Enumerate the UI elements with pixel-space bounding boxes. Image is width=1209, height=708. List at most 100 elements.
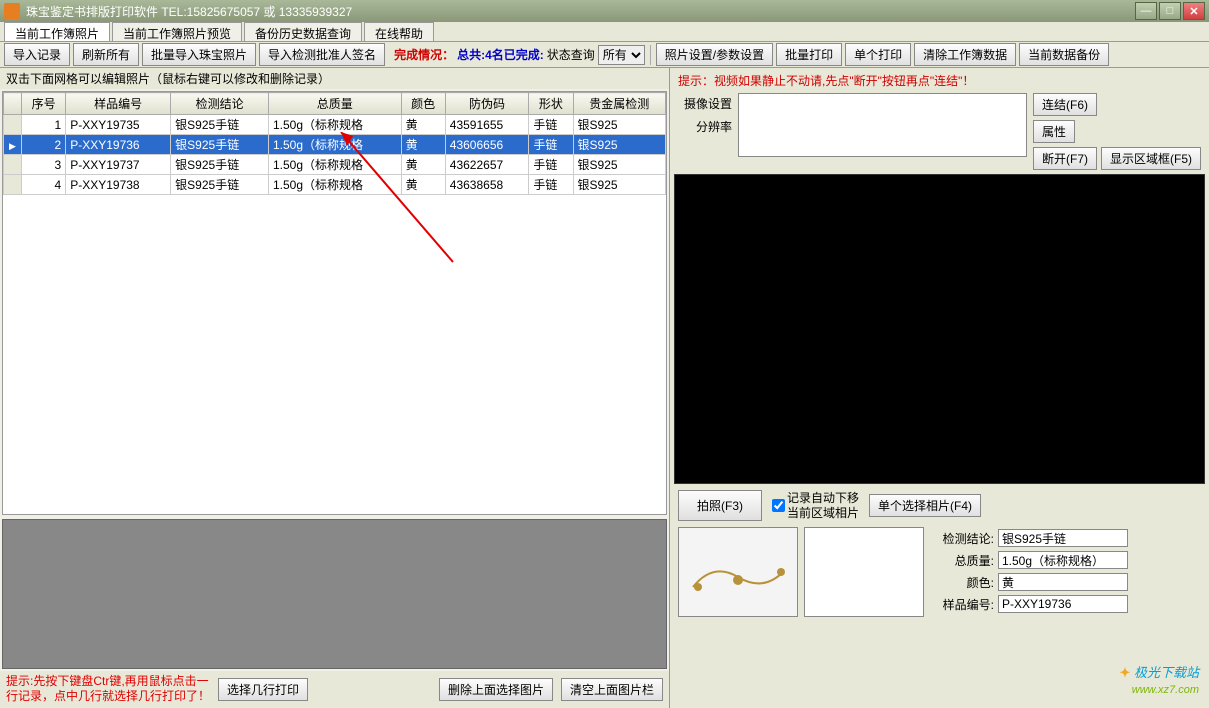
status-label: 完成情况： — [394, 46, 454, 63]
separator — [650, 45, 651, 65]
cell-result[interactable]: 银S925手链 — [171, 115, 269, 135]
cell-shape[interactable]: 手链 — [529, 135, 573, 155]
thumbnail-2[interactable] — [804, 527, 924, 617]
col-shape[interactable]: 形状 — [529, 93, 573, 115]
sample-input[interactable] — [998, 595, 1128, 613]
cell-metal[interactable]: 银S925 — [573, 175, 665, 195]
color-input[interactable] — [998, 573, 1128, 591]
tab-current-photos[interactable]: 当前工作簿照片 — [4, 22, 110, 41]
cam-settings-label: 摄像设置 — [678, 93, 732, 112]
col-result[interactable]: 检测结论 — [171, 93, 269, 115]
image-strip-area — [2, 519, 667, 669]
cell-sample[interactable]: P-XXY19736 — [66, 135, 171, 155]
import-signature-button[interactable]: 导入检测批准人签名 — [259, 43, 385, 66]
cell-seq[interactable]: 4 — [22, 175, 66, 195]
col-seq[interactable]: 序号 — [22, 93, 66, 115]
cell-shape[interactable]: 手链 — [529, 175, 573, 195]
thumbnail-1[interactable] — [678, 527, 798, 617]
cell-mass[interactable]: 1.50g（标称规格 — [268, 155, 401, 175]
col-sample[interactable]: 样品编号 — [66, 93, 171, 115]
clear-image-column-button[interactable]: 清空上面图片栏 — [561, 678, 663, 701]
cell-metal[interactable]: 银S925 — [573, 155, 665, 175]
properties-button[interactable]: 属性 — [1033, 120, 1075, 143]
video-preview — [674, 174, 1205, 484]
cell-code[interactable]: 43591655 — [445, 115, 529, 135]
camera-settings-box[interactable] — [738, 93, 1027, 157]
col-code[interactable]: 防伪码 — [445, 93, 529, 115]
cell-result[interactable]: 银S925手链 — [171, 135, 269, 155]
cell-color[interactable]: 黄 — [401, 115, 445, 135]
cell-result[interactable]: 银S925手链 — [171, 155, 269, 175]
watermark: ✦ 极光下载站 www.xz7.com — [1119, 662, 1199, 696]
delete-selected-image-button[interactable]: 删除上面选择图片 — [439, 678, 553, 701]
auto-next-checkbox-label[interactable]: 记录自动下移当前区域相片 — [772, 491, 859, 520]
col-color[interactable]: 颜色 — [401, 93, 445, 115]
main-tabs: 当前工作簿照片 当前工作簿照片预览 备份历史数据查询 在线帮助 — [0, 22, 1209, 42]
disconnect-button[interactable]: 断开(F7) — [1033, 147, 1097, 170]
select-rows-print-button[interactable]: 选择几行打印 — [218, 678, 308, 701]
cell-color[interactable]: 黄 — [401, 175, 445, 195]
cell-color[interactable]: 黄 — [401, 135, 445, 155]
cell-seq[interactable]: 3 — [22, 155, 66, 175]
multi-select-hint: 提示:先按下键盘Ctr键,再用鼠标点击一 行记录，点中几行就选择几行打印了！ — [6, 674, 210, 705]
connect-button[interactable]: 连结(F6) — [1033, 93, 1097, 116]
tab-photo-preview[interactable]: 当前工作簿照片预览 — [112, 22, 242, 41]
grid-wrap[interactable]: 序号 样品编号 检测结论 总质量 颜色 防伪码 形状 贵金属检测 1P-XXY1… — [2, 91, 667, 515]
auto-next-checkbox[interactable] — [772, 499, 785, 512]
minimize-button[interactable]: — — [1135, 2, 1157, 20]
toolbar: 导入记录 刷新所有 批量导入珠宝照片 导入检测批准人签名 完成情况： 总共:4名… — [0, 42, 1209, 68]
photo-settings-button[interactable]: 照片设置/参数设置 — [656, 43, 773, 66]
batch-import-photos-button[interactable]: 批量导入珠宝照片 — [142, 43, 256, 66]
jewelry-icon — [683, 542, 793, 602]
window-title: 珠宝鉴定书排版打印软件 TEL:15825675057 或 1333593932… — [26, 3, 1135, 20]
result-input[interactable] — [998, 529, 1128, 547]
mass-input[interactable] — [998, 551, 1128, 569]
single-select-photo-button[interactable]: 单个选择相片(F4) — [869, 494, 981, 517]
cell-mass[interactable]: 1.50g（标称规格 — [268, 115, 401, 135]
cell-seq[interactable]: 1 — [22, 115, 66, 135]
backup-current-button[interactable]: 当前数据备份 — [1019, 43, 1109, 66]
tab-backup-history[interactable]: 备份历史数据查询 — [244, 22, 362, 41]
close-button[interactable]: ✕ — [1183, 2, 1205, 20]
cell-code[interactable]: 43622657 — [445, 155, 529, 175]
table-row[interactable]: 2P-XXY19736银S925手链1.50g（标称规格黄43606656手链银… — [4, 135, 666, 155]
status-value: 总共:4名已完成: — [457, 46, 544, 63]
tab-online-help[interactable]: 在线帮助 — [364, 22, 434, 41]
cell-metal[interactable]: 银S925 — [573, 115, 665, 135]
cell-shape[interactable]: 手链 — [529, 115, 573, 135]
cell-color[interactable]: 黄 — [401, 155, 445, 175]
cell-sample[interactable]: P-XXY19738 — [66, 175, 171, 195]
data-grid[interactable]: 序号 样品编号 检测结论 总质量 颜色 防伪码 形状 贵金属检测 1P-XXY1… — [3, 92, 666, 195]
table-row[interactable]: 1P-XXY19735银S925手链1.50g（标称规格黄43591655手链银… — [4, 115, 666, 135]
sample-label: 样品编号: — [936, 596, 994, 613]
cell-sample[interactable]: P-XXY19737 — [66, 155, 171, 175]
maximize-button[interactable]: □ — [1159, 2, 1181, 20]
import-records-button[interactable]: 导入记录 — [4, 43, 70, 66]
resolution-label: 分辨率 — [678, 116, 732, 135]
table-row[interactable]: 4P-XXY19738银S925手链1.50g（标称规格黄43638658手链银… — [4, 175, 666, 195]
cell-metal[interactable]: 银S925 — [573, 135, 665, 155]
mass-label: 总质量: — [936, 552, 994, 569]
clear-workbook-button[interactable]: 清除工作簿数据 — [914, 43, 1016, 66]
table-row[interactable]: 3P-XXY19737银S925手链1.50g（标称规格黄43622657手链银… — [4, 155, 666, 175]
refresh-all-button[interactable]: 刷新所有 — [73, 43, 139, 66]
cell-code[interactable]: 43638658 — [445, 175, 529, 195]
capture-button[interactable]: 拍照(F3) — [678, 490, 762, 521]
result-label: 检测结论: — [936, 530, 994, 547]
cell-sample[interactable]: P-XXY19735 — [66, 115, 171, 135]
cell-code[interactable]: 43606656 — [445, 135, 529, 155]
row-indicator — [4, 155, 22, 175]
state-query-select[interactable]: 所有 — [598, 45, 645, 65]
cell-shape[interactable]: 手链 — [529, 155, 573, 175]
col-mass[interactable]: 总质量 — [268, 93, 401, 115]
titlebar: 珠宝鉴定书排版打印软件 TEL:15825675057 或 1333593932… — [0, 0, 1209, 22]
cell-result[interactable]: 银S925手链 — [171, 175, 269, 195]
batch-print-button[interactable]: 批量打印 — [776, 43, 842, 66]
single-print-button[interactable]: 单个打印 — [845, 43, 911, 66]
row-indicator — [4, 115, 22, 135]
show-region-button[interactable]: 显示区域框(F5) — [1101, 147, 1201, 170]
col-metal[interactable]: 贵金属检测 — [573, 93, 665, 115]
cell-mass[interactable]: 1.50g（标称规格 — [268, 175, 401, 195]
cell-mass[interactable]: 1.50g（标称规格 — [268, 135, 401, 155]
cell-seq[interactable]: 2 — [22, 135, 66, 155]
